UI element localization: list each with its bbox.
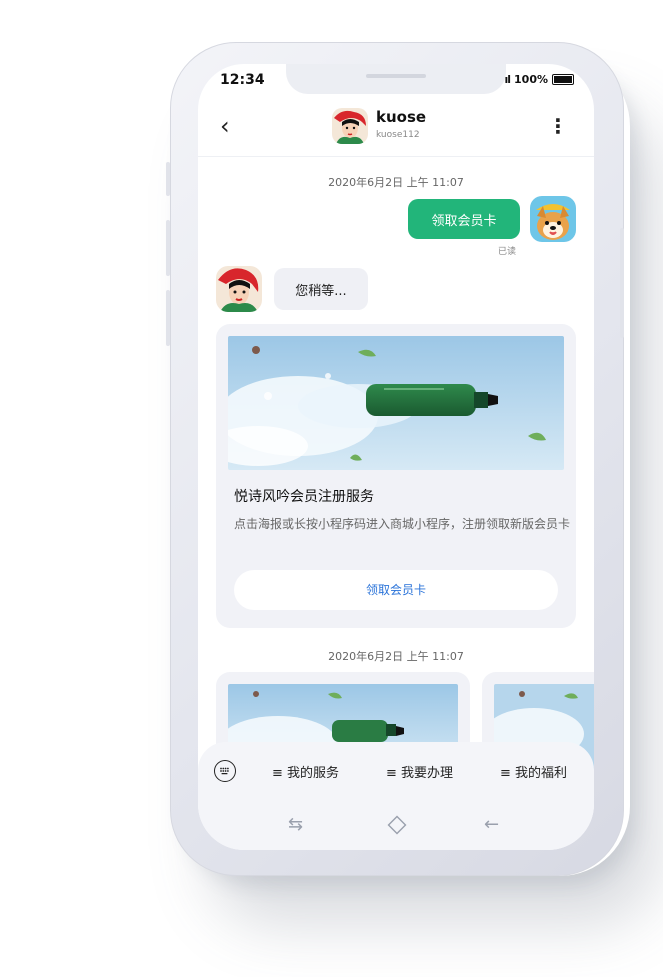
recent-apps-icon[interactable]: ⇆: [288, 814, 303, 835]
side-button-left-2: [166, 220, 170, 276]
card-title: 悦诗风吟会员注册服务: [234, 489, 374, 505]
notch: [286, 64, 506, 94]
battery-percent: 100%: [514, 73, 548, 86]
side-button-left-1: [166, 162, 170, 196]
bottom-menu-bar: ≡ 我的服务 ≡ 我要办理 ≡ 我的福利 ⇆ ←: [198, 742, 594, 850]
more-options-icon[interactable]: ⋮: [548, 114, 568, 138]
contact-handle: kuose112: [376, 130, 420, 140]
read-receipt: 已读: [498, 247, 517, 257]
timestamp: 2020年6月2日 上午 11:07: [328, 650, 464, 663]
back-icon[interactable]: ‹: [220, 112, 230, 140]
service-card[interactable]: 悦诗风吟会员注册服务 点击海报或长按小程序码进入商城小程序，注册领取新版会员卡 …: [216, 324, 576, 628]
card-poster[interactable]: [228, 336, 564, 470]
menu-apply[interactable]: ≡ 我要办理: [386, 762, 453, 781]
bot-avatar[interactable]: [216, 266, 262, 312]
card-description: 点击海报或长按小程序码进入商城小程序，注册领取新版会员卡: [234, 517, 571, 531]
menu-my-services[interactable]: ≡ 我的服务: [272, 762, 339, 781]
side-button-right: [620, 228, 624, 338]
battery-icon: [552, 74, 574, 85]
claim-card-button[interactable]: 领取会员卡: [234, 570, 558, 610]
phone-screen: 12:34 ıl 100% ‹ kuose kuose112 ⋮ 2020年6月…: [198, 64, 594, 850]
home-icon[interactable]: [386, 814, 408, 841]
status-indicators: ıl 100%: [504, 73, 574, 86]
speaker: [366, 74, 426, 78]
contact-name: kuose: [376, 108, 427, 126]
my-avatar[interactable]: [530, 196, 576, 242]
menu-my-benefits[interactable]: ≡ 我的福利: [500, 762, 567, 781]
my-message-bubble: 领取会员卡: [408, 199, 520, 239]
contact-avatar[interactable]: [332, 108, 368, 144]
side-button-left-3: [166, 290, 170, 346]
timestamp: 2020年6月2日 上午 11:07: [328, 176, 464, 189]
status-time: 12:34: [220, 72, 265, 88]
chat-header: ‹ kuose kuose112 ⋮: [198, 104, 594, 157]
bot-message-bubble: 您稍等...: [274, 268, 368, 310]
back-nav-icon[interactable]: ←: [484, 814, 499, 835]
keyboard-icon[interactable]: [214, 760, 236, 782]
signal-icon: ıl: [504, 73, 511, 86]
